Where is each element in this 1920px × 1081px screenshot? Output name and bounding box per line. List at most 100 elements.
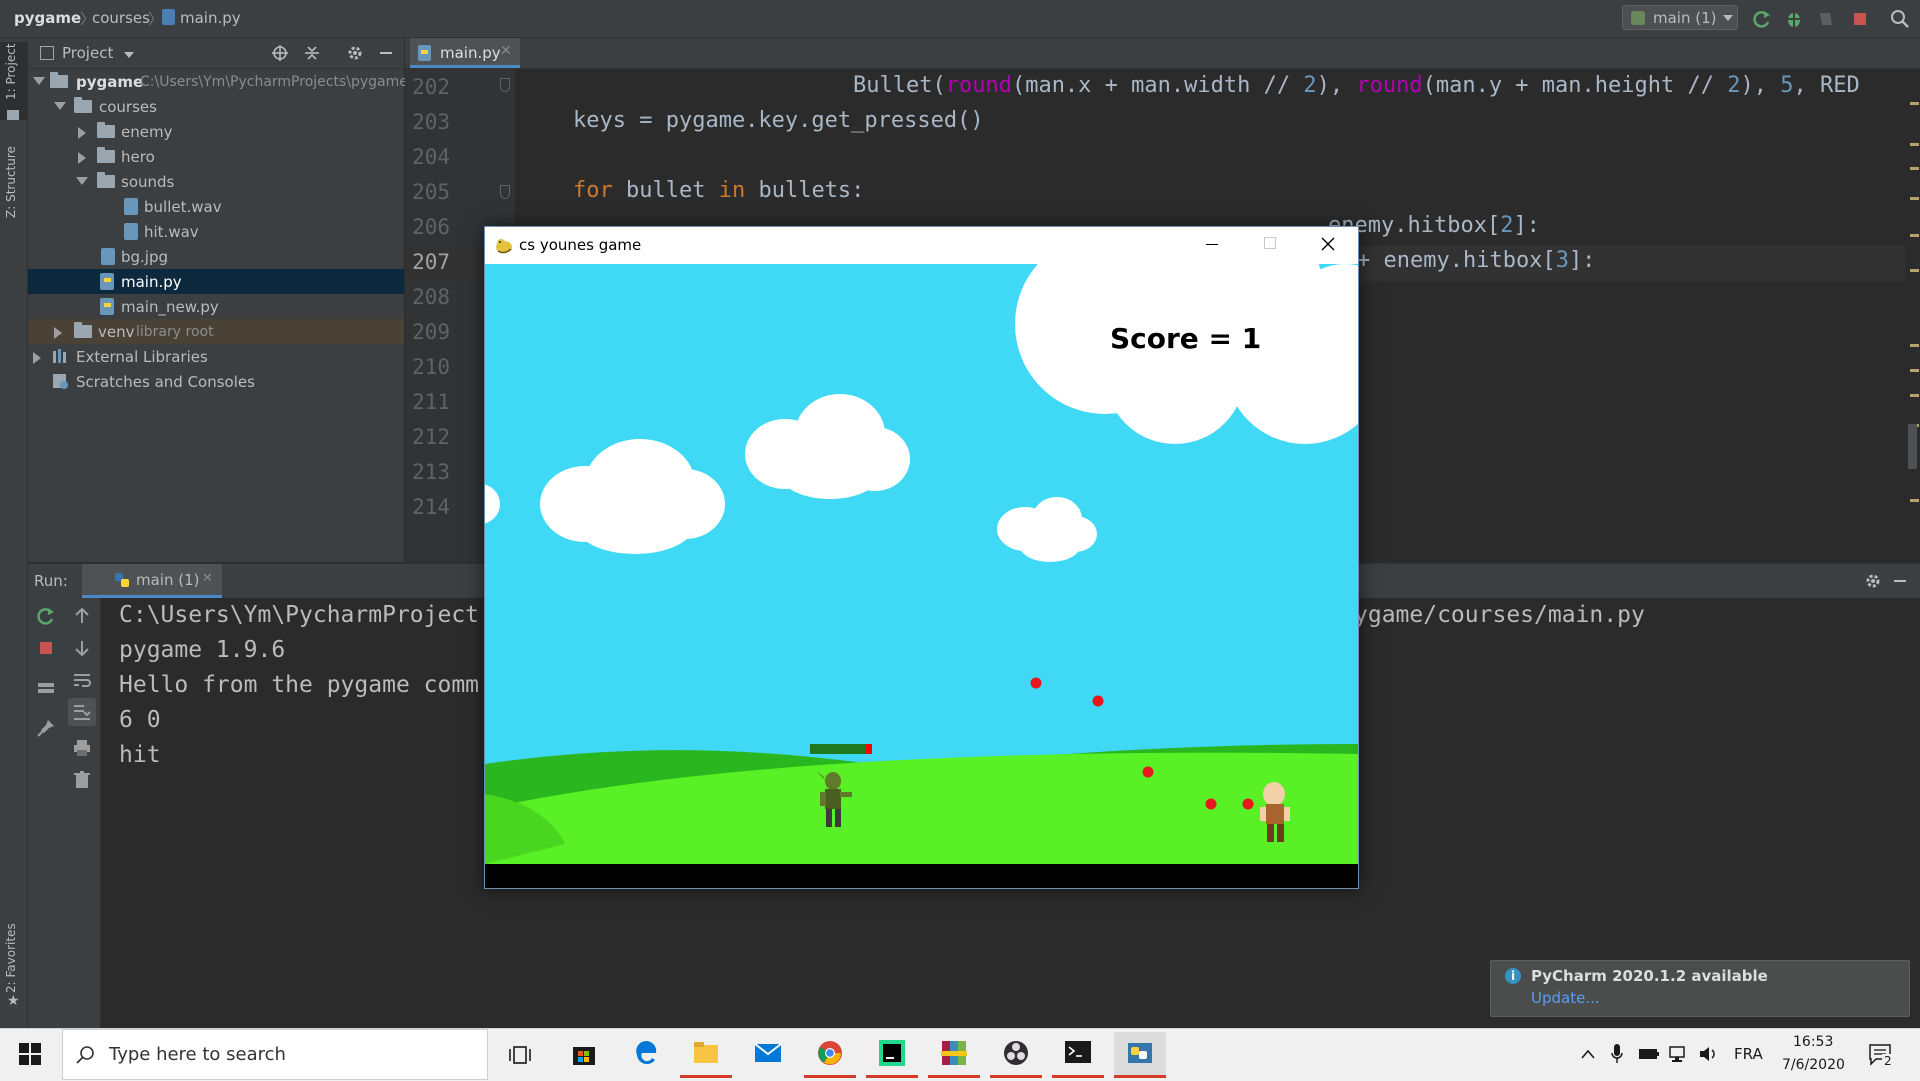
tree-item-courses[interactable]: courses bbox=[28, 94, 404, 119]
line-number: 212 bbox=[412, 425, 450, 449]
tree-item-sounds[interactable]: sounds bbox=[28, 169, 404, 194]
game-canvas[interactable]: Score = 1 bbox=[485, 264, 1358, 864]
breadcrumb-root[interactable]: pygame bbox=[14, 9, 81, 27]
tree-item-main-py[interactable]: main.py bbox=[28, 269, 404, 294]
task-view-icon[interactable] bbox=[509, 1044, 531, 1066]
run-configuration-select[interactable]: main (1) bbox=[1622, 5, 1738, 30]
fold-marker-icon[interactable] bbox=[500, 78, 510, 92]
tree-item-label: External Libraries bbox=[76, 348, 208, 366]
close-icon[interactable]: ✕ bbox=[500, 43, 512, 59]
tree-item-label: enemy bbox=[121, 123, 173, 141]
breadcrumb-file[interactable]: main.py bbox=[180, 9, 241, 27]
locate-icon[interactable] bbox=[271, 44, 289, 62]
clock-date[interactable]: 7/6/2020 bbox=[1782, 1057, 1845, 1073]
run-tab[interactable]: main (1) ✕ bbox=[82, 564, 222, 598]
tree-item-bg-jpg[interactable]: bg.jpg bbox=[28, 244, 404, 269]
minimize-icon[interactable] bbox=[380, 52, 392, 54]
scroll-to-end-toggle[interactable] bbox=[68, 698, 96, 726]
python-game-button[interactable] bbox=[1114, 1032, 1166, 1078]
rerun-icon[interactable] bbox=[1752, 9, 1772, 29]
folder-icon bbox=[50, 72, 68, 88]
mail-button[interactable] bbox=[742, 1032, 794, 1078]
volume-icon[interactable] bbox=[1698, 1045, 1718, 1063]
structure-tool-tab[interactable]: Z: Structure bbox=[4, 146, 18, 218]
tree-item-hero[interactable]: hero bbox=[28, 144, 404, 169]
expand-arrow-icon[interactable] bbox=[54, 102, 66, 110]
project-tool-tab[interactable]: 1: Project bbox=[4, 43, 18, 100]
collapse-arrow-icon[interactable] bbox=[78, 127, 86, 139]
debug-icon[interactable] bbox=[1784, 9, 1804, 29]
print-icon[interactable] bbox=[72, 738, 92, 758]
input-language[interactable]: FRA bbox=[1734, 1045, 1763, 1063]
tree-item-external-libraries[interactable]: External Libraries bbox=[28, 344, 404, 369]
terminal-button[interactable] bbox=[1052, 1032, 1104, 1078]
tree-item-main-new-py[interactable]: main_new.py bbox=[28, 294, 404, 319]
arrow-up-icon[interactable] bbox=[72, 606, 92, 626]
coverage-icon[interactable] bbox=[1816, 9, 1836, 29]
scroll-thumb[interactable] bbox=[1908, 424, 1917, 469]
soft-wrap-icon[interactable] bbox=[72, 670, 92, 690]
file-explorer-button[interactable] bbox=[680, 1032, 732, 1078]
tree-item-venv[interactable]: venv library root bbox=[28, 319, 404, 344]
navigation-bar: pygame 〉 courses 〉 main.py main (1) bbox=[0, 0, 1920, 38]
favorites-tool-tab[interactable]: 2: Favorites bbox=[4, 923, 18, 993]
health-bar-fill bbox=[810, 744, 866, 754]
arrow-down-icon[interactable] bbox=[72, 638, 92, 658]
rerun-icon[interactable] bbox=[36, 606, 56, 626]
store-icon bbox=[573, 1047, 595, 1065]
winrar-button[interactable] bbox=[928, 1032, 980, 1078]
code-token: , RED bbox=[1793, 73, 1860, 98]
minimize-icon[interactable] bbox=[1894, 580, 1906, 582]
layout-icon[interactable] bbox=[36, 678, 56, 698]
bullet bbox=[1142, 766, 1154, 778]
microsoft-store-button[interactable] bbox=[558, 1032, 610, 1078]
close-icon[interactable]: ✕ bbox=[202, 571, 213, 586]
obs-button[interactable] bbox=[990, 1032, 1042, 1078]
pin-icon[interactable] bbox=[36, 718, 56, 738]
tree-item-hit-wav[interactable]: hit.wav bbox=[28, 219, 404, 244]
gear-icon[interactable] bbox=[1864, 572, 1882, 590]
taskbar-search-box[interactable]: Type here to search bbox=[62, 1029, 488, 1080]
collapse-arrow-icon[interactable] bbox=[78, 152, 86, 164]
fold-marker-icon[interactable] bbox=[500, 185, 510, 199]
stop-icon[interactable] bbox=[1850, 9, 1870, 29]
code-token: 3 bbox=[1555, 248, 1569, 273]
gear-icon[interactable] bbox=[346, 44, 364, 62]
tree-item-scratches[interactable]: Scratches and Consoles bbox=[28, 369, 404, 394]
tree-item-bullet-wav[interactable]: bullet.wav bbox=[28, 194, 404, 219]
breadcrumb-folder[interactable]: courses bbox=[92, 9, 150, 27]
expand-arrow-icon[interactable] bbox=[76, 177, 88, 185]
game-window-titlebar[interactable]: cs younes game bbox=[485, 227, 1358, 264]
pycharm-button[interactable] bbox=[866, 1032, 918, 1078]
update-link[interactable]: Update... bbox=[1531, 989, 1600, 1007]
stop-icon[interactable] bbox=[36, 638, 56, 658]
tree-item-label: venv bbox=[98, 323, 135, 341]
windows-start-icon[interactable] bbox=[19, 1043, 41, 1065]
clock-time[interactable]: 16:53 bbox=[1793, 1034, 1833, 1050]
network-icon[interactable] bbox=[1668, 1045, 1690, 1063]
project-panel-title[interactable]: Project bbox=[62, 44, 113, 62]
collapse-arrow-icon[interactable] bbox=[33, 352, 41, 364]
collapse-all-icon[interactable] bbox=[303, 44, 321, 62]
editor-tab-main-py[interactable]: main.py ✕ bbox=[410, 38, 520, 68]
battery-icon[interactable] bbox=[1638, 1046, 1660, 1062]
microphone-icon[interactable] bbox=[1610, 1043, 1624, 1065]
tree-item-pygame[interactable]: pygame C:\Users\Ym\PycharmProjects\pygam… bbox=[28, 69, 408, 94]
marker bbox=[1910, 234, 1919, 237]
editor-scrollbar[interactable] bbox=[1905, 69, 1920, 562]
search-icon[interactable] bbox=[1890, 9, 1910, 29]
trash-icon[interactable] bbox=[72, 770, 92, 790]
close-icon[interactable] bbox=[1321, 237, 1335, 251]
maximize-icon[interactable] bbox=[1264, 237, 1276, 249]
chrome-button[interactable] bbox=[804, 1032, 856, 1078]
edge-button[interactable] bbox=[620, 1032, 672, 1078]
tree-item-enemy[interactable]: enemy bbox=[28, 119, 404, 144]
minimize-icon[interactable] bbox=[1206, 244, 1218, 245]
chevron-down-icon[interactable] bbox=[124, 52, 134, 58]
chevron-up-icon[interactable] bbox=[1580, 1048, 1596, 1060]
bullet bbox=[1242, 798, 1254, 810]
expand-arrow-icon[interactable] bbox=[33, 77, 45, 85]
archive-icon bbox=[941, 1041, 967, 1065]
code-token: 2 bbox=[1727, 73, 1741, 98]
collapse-arrow-icon[interactable] bbox=[54, 327, 62, 339]
